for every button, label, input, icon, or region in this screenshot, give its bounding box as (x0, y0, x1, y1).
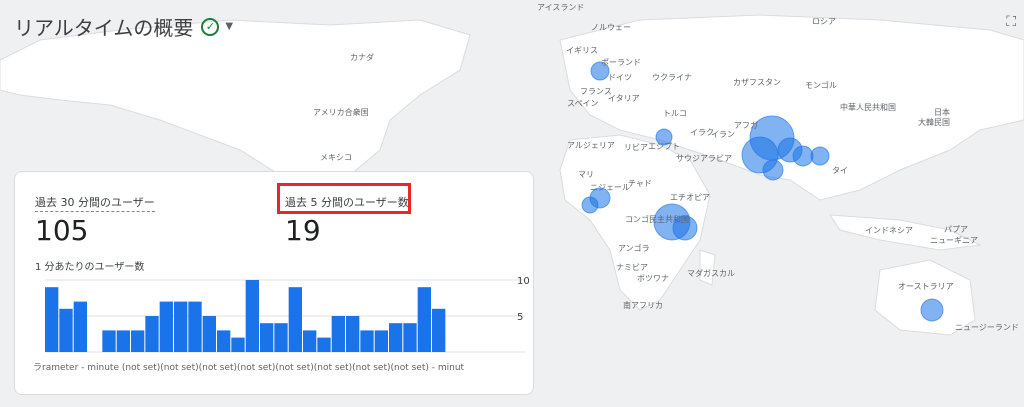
map-country-label: パプア (944, 225, 968, 234)
map-country-label: イラン (711, 130, 735, 139)
chart-bar[interactable] (59, 308, 73, 352)
map-country-label: 大韓民国 (918, 118, 950, 127)
map-country-label: ドイツ (608, 73, 632, 82)
chart-bar[interactable] (346, 316, 360, 352)
check-circle-icon: ✓ (201, 17, 220, 36)
map-country-label: マダガスカル (687, 269, 735, 278)
map-country-label: イタリア (608, 94, 640, 103)
page-header: リアルタイムの概要 ✓ ▼ (14, 12, 233, 41)
map-country-label: リビア (624, 143, 648, 152)
chart-bar[interactable] (432, 308, 446, 352)
chart-bar[interactable] (174, 301, 188, 352)
map-country-label: アメリカ合衆国 (313, 108, 369, 117)
map-country-label: コンゴ民主共和国 (625, 215, 689, 224)
map-country-label: 日本 (934, 108, 950, 117)
chart-bar[interactable] (131, 330, 145, 352)
map-country-label: マリ (578, 170, 594, 179)
y-tick-label: 10 (517, 276, 530, 287)
chart-bar[interactable] (331, 316, 345, 352)
map-country-label: ノルウェー (591, 23, 631, 32)
chart-bar[interactable] (202, 316, 216, 352)
map-country-label: オーストラリア (898, 282, 954, 291)
chart-bar[interactable] (231, 337, 245, 352)
map-country-label: ポーランド (601, 58, 641, 67)
map-country-label: ボツワナ (637, 274, 669, 283)
chart-bar[interactable] (217, 330, 231, 352)
chart-bar[interactable] (389, 323, 403, 352)
map-country-label: ロシア (812, 17, 836, 26)
fullscreen-icon[interactable]: ⛶ (1006, 14, 1016, 30)
map-country-label: スペイン (567, 99, 599, 108)
map-country-label: モンゴル (805, 81, 837, 90)
map-country-label: サウジアラビア (676, 154, 732, 163)
map-country-label: エジプト (648, 142, 680, 151)
map-country-label: メキシコ (320, 153, 352, 162)
map-country-label: ナミビア (616, 263, 648, 272)
chart-bar[interactable] (145, 316, 159, 352)
chart-bar[interactable] (188, 301, 202, 352)
chart-bar[interactable] (73, 301, 87, 352)
map-country-label: イギリス (566, 46, 598, 55)
chart-bar[interactable] (417, 287, 431, 352)
map-country-label: インドネシア (865, 226, 913, 235)
chart-bar[interactable] (102, 330, 116, 352)
chart-bar[interactable] (274, 323, 288, 352)
x-axis-tick-labels: ラrameter - minute (not set)(not set)(not… (33, 363, 465, 373)
chart-bar[interactable] (317, 337, 331, 352)
map-country-label: ニュージーランド (955, 323, 1019, 332)
page-title: リアルタイムの概要 (14, 16, 194, 40)
chart-bar[interactable] (303, 330, 317, 352)
caret-down-icon[interactable]: ▼ (225, 21, 233, 32)
map-country-label: タイ (832, 166, 848, 175)
map-country-label: アンゴラ (618, 244, 650, 253)
title-icons[interactable]: ✓ ▼ (201, 17, 233, 36)
realtime-card: 過去 30 分間のユーザー 105 過去 5 分間のユーザー数 19 1 分あた… (14, 171, 534, 395)
map-country-label: カザフスタン (733, 78, 781, 87)
chart-bar[interactable] (116, 330, 130, 352)
map-country-label: 中華人民共和国 (840, 103, 896, 112)
map-country-label: ニューギニア (930, 236, 978, 245)
chart-bar[interactable] (159, 301, 173, 352)
chart-bar[interactable] (374, 330, 388, 352)
chart-bar[interactable] (260, 323, 274, 352)
map-country-label: ウクライナ (652, 73, 692, 82)
chart-bar[interactable] (288, 287, 302, 352)
map-country-label: ニジェール (590, 183, 630, 192)
chart-bar[interactable] (360, 330, 374, 352)
chart-bar[interactable] (45, 287, 59, 352)
map-country-label: エチオピア (670, 193, 710, 202)
map-country-label: アフガ (734, 121, 758, 130)
chart-bar[interactable] (245, 280, 259, 352)
map-country-label: アルジェリア (567, 141, 615, 150)
y-tick-label: 5 (517, 312, 523, 323)
map-country-label: カナダ (350, 53, 374, 62)
map-country-label: アイスランド (537, 3, 585, 12)
map-country-label: チャド (628, 179, 652, 188)
map-country-label: トルコ (663, 109, 687, 118)
chart-bar[interactable] (403, 323, 417, 352)
map-country-label: 南アフリカ (623, 301, 663, 310)
